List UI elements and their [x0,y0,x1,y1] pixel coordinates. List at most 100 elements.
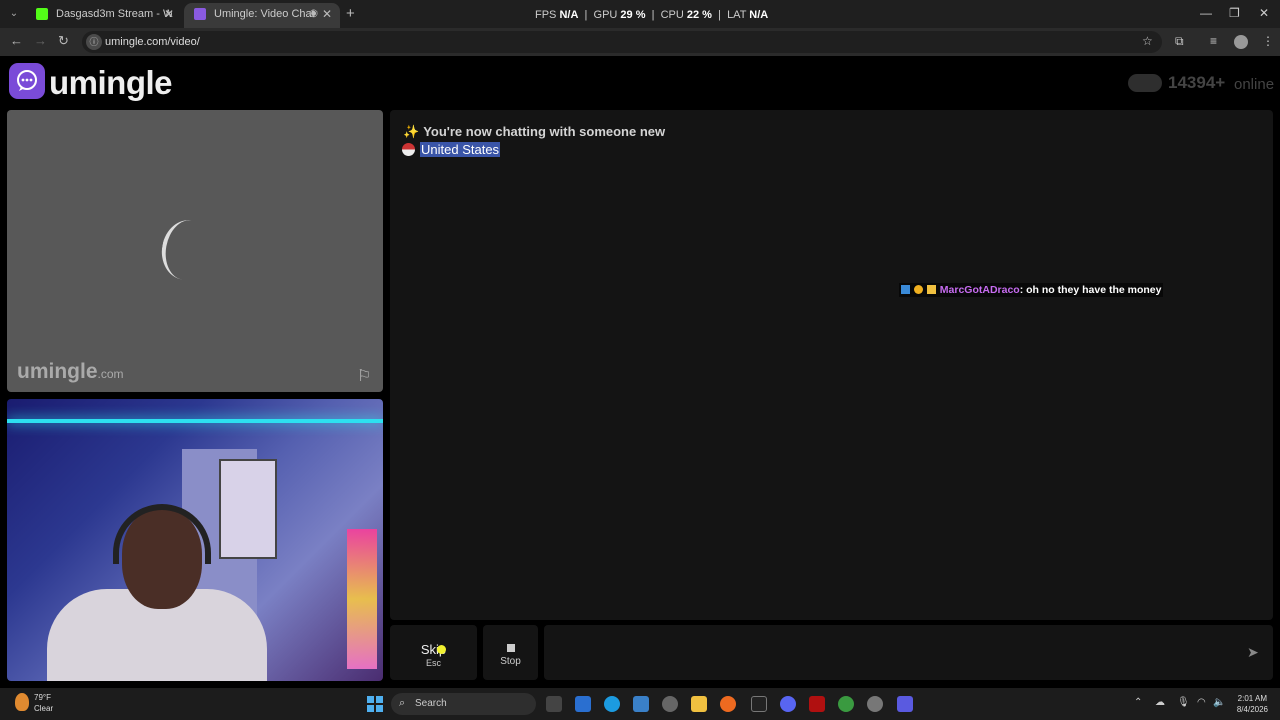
taskbar-search-box[interactable]: ⌕ Search [391,693,536,715]
badge-icon [901,285,910,294]
settings-icon[interactable] [867,696,883,712]
netflix-icon[interactable] [809,696,825,712]
discord-icon[interactable] [780,696,796,712]
browser-tab-bar: ⌄ Dasgasd3m Stream - Watch Live ✕ Umingl… [0,0,1280,28]
skip-shortcut: Esc [425,658,441,668]
audio-icon[interactable]: ◉ [309,3,318,25]
logo-text[interactable]: umingle [49,64,173,102]
file-explorer-icon[interactable] [691,696,707,712]
search-icon: ⌕ [399,697,406,709]
umingle-favicon-icon [194,8,206,20]
profile-avatar[interactable] [1234,35,1248,49]
send-icon[interactable]: ➤ [1247,644,1259,661]
stream-chat-overlay: MarcGotADraco: oh no they have the money [899,283,1164,297]
gpu-value: 29 % [620,9,646,21]
stop-button[interactable]: Stop [483,625,538,680]
minimize-icon[interactable]: — [1200,6,1212,20]
epic-games-icon[interactable] [751,696,767,712]
close-window-icon[interactable]: ✕ [1259,6,1269,20]
chat-bubble-icon [17,70,37,91]
browser-tab-umingle[interactable]: Umingle: Video Chat with Strangers ◉ ✕ [184,3,340,28]
loading-spinner-icon [157,216,217,284]
search-label: Search [415,698,447,709]
menu-icon[interactable]: ⋮ [1262,34,1274,48]
weather-icon[interactable] [15,693,29,711]
volume-icon[interactable]: 🔈 [1213,697,1225,708]
address-bar[interactable]: ⓘ umingle.com/video/ [82,31,1162,53]
report-flag-icon[interactable]: ⚐ [357,366,371,386]
online-toggle[interactable] [1128,74,1162,92]
edge-icon[interactable] [604,696,620,712]
weather-temperature: 79°F [34,693,51,702]
tab-search-icon[interactable]: ⌄ [6,6,22,22]
site-info-icon[interactable]: ⓘ [86,34,102,50]
clock-date[interactable]: 8/4/2026 [1230,705,1268,714]
umingle-logo-icon[interactable] [9,63,45,99]
chevron-up-icon[interactable]: ⌃ [1134,697,1142,708]
watermark-text: umingle [17,360,98,383]
performance-overlay: FPS N/A | GPU 29 % | CPU 22 % | LAT N/A [535,9,769,21]
browser-toolbar: ← → ↻ ⓘ umingle.com/video/ ☆ ⧉ ≡ ⋮ [0,28,1280,56]
badge-icon [913,285,923,294]
tab-title: Umingle: Video Chat with Strangers [214,8,318,20]
country-name: United States [420,142,501,157]
lat-value: N/A [749,9,769,21]
task-view-icon[interactable] [546,696,562,712]
sparkle-icon: ✨ [403,124,420,139]
close-tab-icon[interactable]: ✕ [322,3,332,25]
forward-icon[interactable]: → [34,33,47,48]
xbox-icon[interactable] [662,696,678,712]
country-indicator: United States [402,142,501,157]
extensions-icon[interactable]: ⧉ [1175,34,1184,49]
fps-value: N/A [559,9,579,21]
tab-title: Dasgasd3m Stream - Watch Live [56,8,172,20]
browser-tab-stream[interactable]: Dasgasd3m Stream - Watch Live ✕ [26,3,182,28]
mail-icon[interactable] [575,696,591,712]
mouse-cursor-highlight [437,645,446,654]
clock-time[interactable]: 2:01 AM [1235,694,1267,703]
back-icon[interactable]: ← [10,33,23,48]
online-count: 14394+ [1168,73,1226,92]
stop-label: Stop [500,656,521,667]
chat-panel: ✨ You're now chatting with someone new Un… [390,110,1273,620]
chat-status-message: ✨ You're now chatting with someone new [403,124,665,140]
start-icon[interactable] [367,696,383,712]
stranger-video: umingle.com ⚐ [7,110,383,392]
skip-button[interactable]: Skip Esc [390,625,477,680]
new-tab-button[interactable]: + [346,5,355,22]
kick-favicon-icon [36,8,48,20]
media-controls-icon[interactable]: ≡ [1210,34,1217,48]
firefox-icon[interactable] [720,696,736,712]
self-webcam-video [7,399,383,681]
fps-label: FPS [535,9,557,21]
wifi-icon[interactable]: ◠ [1197,697,1206,708]
microphone-icon[interactable]: 🎙 [1177,697,1190,708]
restore-icon[interactable]: ❐ [1229,6,1240,20]
chrome-icon[interactable] [838,696,854,712]
reload-icon[interactable]: ↻ [58,33,69,49]
us-flag-icon [402,143,415,156]
app-icon[interactable] [633,696,649,712]
bookmark-star-icon[interactable]: ☆ [1142,34,1153,48]
status-text: You're now chatting with someone new [423,124,666,139]
gpu-label: GPU [593,9,618,21]
cpu-value: 22 % [686,9,712,21]
watermark-suffix: .com [97,367,124,381]
skip-label: Skip [420,642,447,657]
close-tab-icon[interactable]: ✕ [164,3,174,25]
windows-taskbar: 79°F Clear ⌕ Search ⌃ ☁ 🎙 ◠ 🔈 2:01 AM 8/… [0,688,1280,720]
badge-icon [926,285,936,294]
online-label: online [1234,76,1275,93]
chat-username: MarcGotADraco [939,284,1020,296]
message-input[interactable] [544,625,1273,680]
weather-condition: Clear [34,704,54,713]
onedrive-icon[interactable]: ☁ [1155,697,1165,708]
app-icon[interactable] [897,696,913,712]
wall-poster [219,459,277,559]
chat-message: : oh no they have the money [1019,284,1162,296]
rgb-fans [347,529,377,669]
video-watermark: umingle.com [17,360,124,384]
lat-label: LAT [727,9,747,21]
led-light-strip [7,419,383,423]
cpu-label: CPU [660,9,684,21]
